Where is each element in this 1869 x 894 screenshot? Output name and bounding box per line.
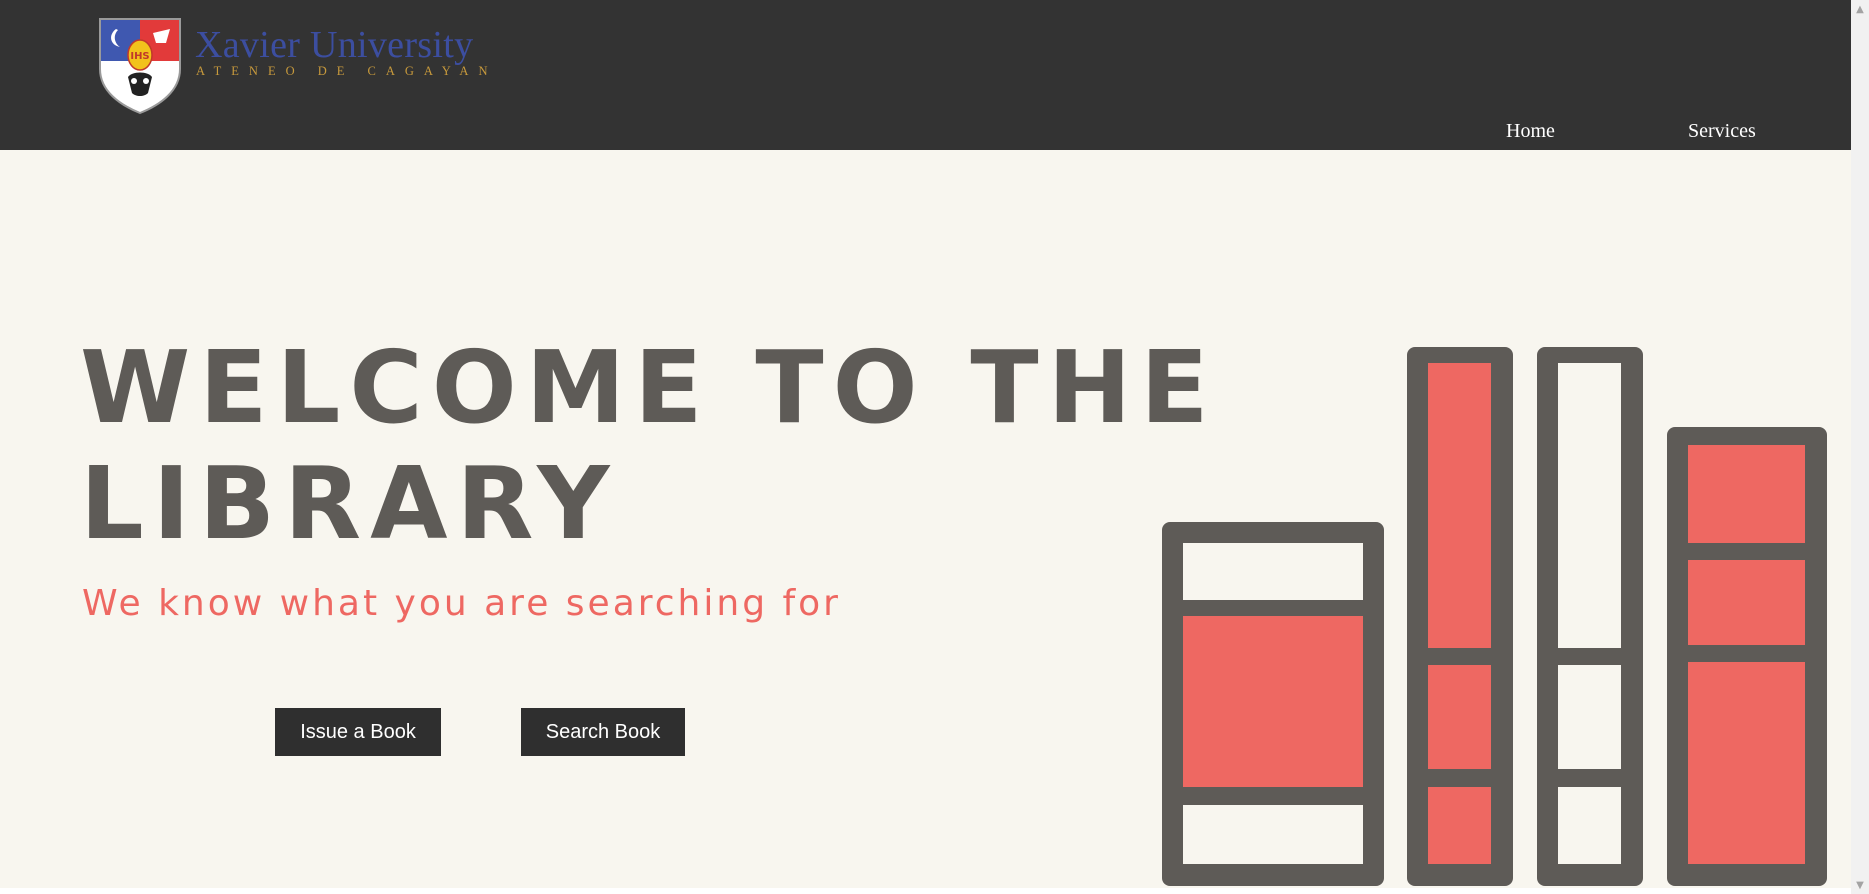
hero-tagline: We know what you are searching for xyxy=(82,583,841,624)
search-book-button[interactable]: Search Book xyxy=(521,708,685,756)
university-logo[interactable]: IHS Xavier University ATENEO DE CAGAYAN xyxy=(98,17,487,117)
books-illustration-icon xyxy=(1162,347,1827,886)
site-header: IHS Xavier University ATENEO DE CAGAYAN … xyxy=(0,0,1851,150)
scroll-down-arrow-icon[interactable]: ▼ xyxy=(1851,876,1869,894)
university-crest-icon: IHS xyxy=(99,18,181,115)
logo-title: Xavier University xyxy=(195,24,474,66)
nav-services-link[interactable]: Services xyxy=(1688,120,1756,143)
scroll-up-arrow-icon[interactable]: ▲ xyxy=(1851,0,1869,18)
nav-home-link[interactable]: Home xyxy=(1506,120,1555,143)
issue-book-button[interactable]: Issue a Book xyxy=(275,708,441,756)
vertical-scrollbar[interactable]: ▲ ▼ xyxy=(1851,0,1869,894)
svg-text:IHS: IHS xyxy=(130,51,149,62)
page-viewport: IHS Xavier University ATENEO DE CAGAYAN … xyxy=(0,0,1851,888)
hero-title: WELCOME TO THE LIBRARY xyxy=(80,329,1218,562)
logo-subtitle: ATENEO DE CAGAYAN xyxy=(196,64,498,78)
